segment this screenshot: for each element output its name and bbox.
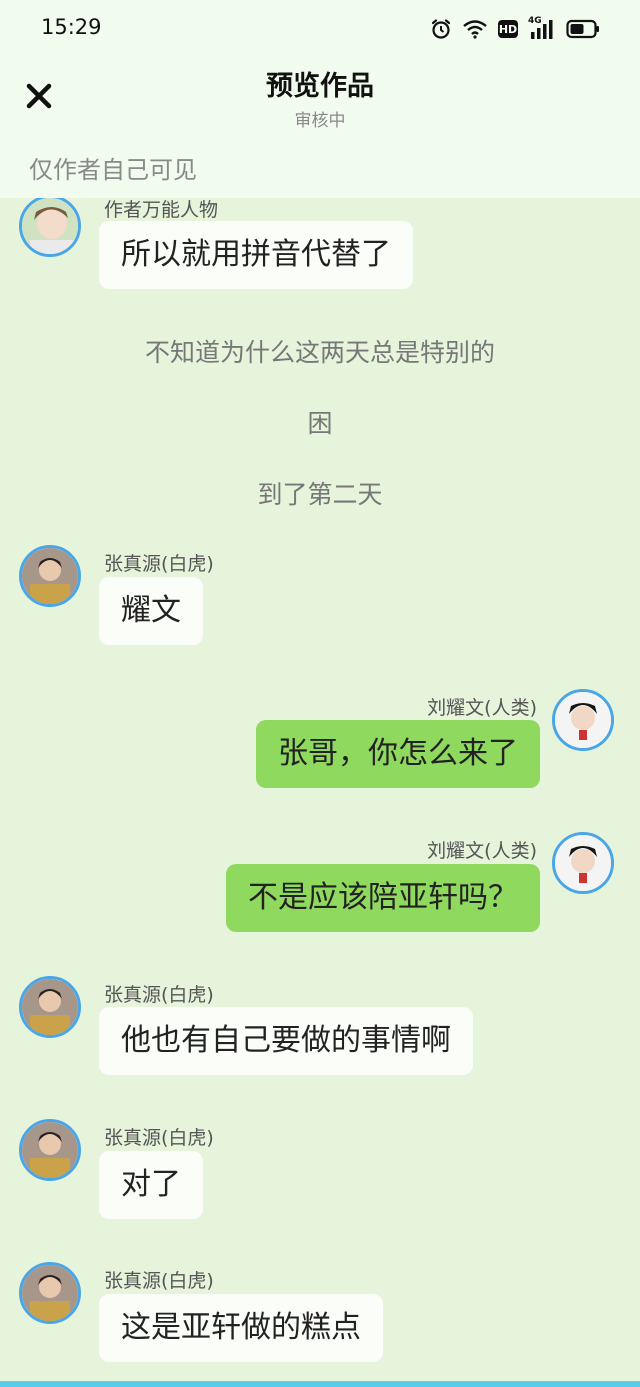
bottom-strip [0,1381,640,1387]
message-bubble[interactable]: 张哥，你怎么来了 [256,720,540,788]
narration-text: 到了第二天 [257,480,383,509]
message-bubble[interactable]: 这是亚轩做的糕点 [99,1294,383,1362]
status-icons: HD 4G [430,16,600,42]
wifi-icon [462,19,488,39]
hd-icon: HD [498,20,518,38]
message-bubble[interactable]: 所以就用拼音代替了 [99,221,413,289]
sender-name: 张真源(白虎) [104,984,214,1006]
visibility-note: 仅作者自己可见 [29,156,197,184]
header: 15:29 HD 4G 预览作品 审核中 仅作者自己可见 [0,0,640,198]
alarm-icon [430,18,452,40]
avatar[interactable] [552,689,614,751]
avatar[interactable] [19,545,81,607]
sender-name: 张真源(白虎) [104,1270,214,1292]
message-bubble[interactable]: 对了 [99,1151,203,1219]
narration-text: 困 [307,409,333,438]
battery-icon [566,19,600,39]
sender-name: 张真源(白虎) [104,553,214,575]
avatar[interactable] [552,832,614,894]
avatar[interactable] [19,1262,81,1324]
signal-4g-icon: 4G [528,16,556,40]
avatar[interactable] [19,976,81,1038]
status-time: 15:29 [41,15,102,39]
sender-name: 刘耀文(人类) [427,697,537,719]
chat-area[interactable]: 作者万能人物 所以就用拼音代替了 不知道为什么这两天总是特别的 困 到了第二天 … [0,0,640,1387]
avatar[interactable] [19,195,81,257]
message-bubble[interactable]: 他也有自己要做的事情啊 [99,1007,473,1075]
sender-name: 张真源(白虎) [104,1127,214,1149]
network-type-label: 4G [528,16,542,26]
sender-name: 作者万能人物 [104,199,219,221]
message-bubble[interactable]: 不是应该陪亚轩吗？ [226,864,540,932]
message-bubble[interactable]: 耀文 [99,577,203,645]
narration-text: 不知道为什么这两天总是特别的 [144,338,495,367]
review-status: 审核中 [294,111,346,131]
sender-name: 刘耀文(人类) [427,840,537,862]
avatar[interactable] [19,1119,81,1181]
page-title: 预览作品 [266,71,374,102]
